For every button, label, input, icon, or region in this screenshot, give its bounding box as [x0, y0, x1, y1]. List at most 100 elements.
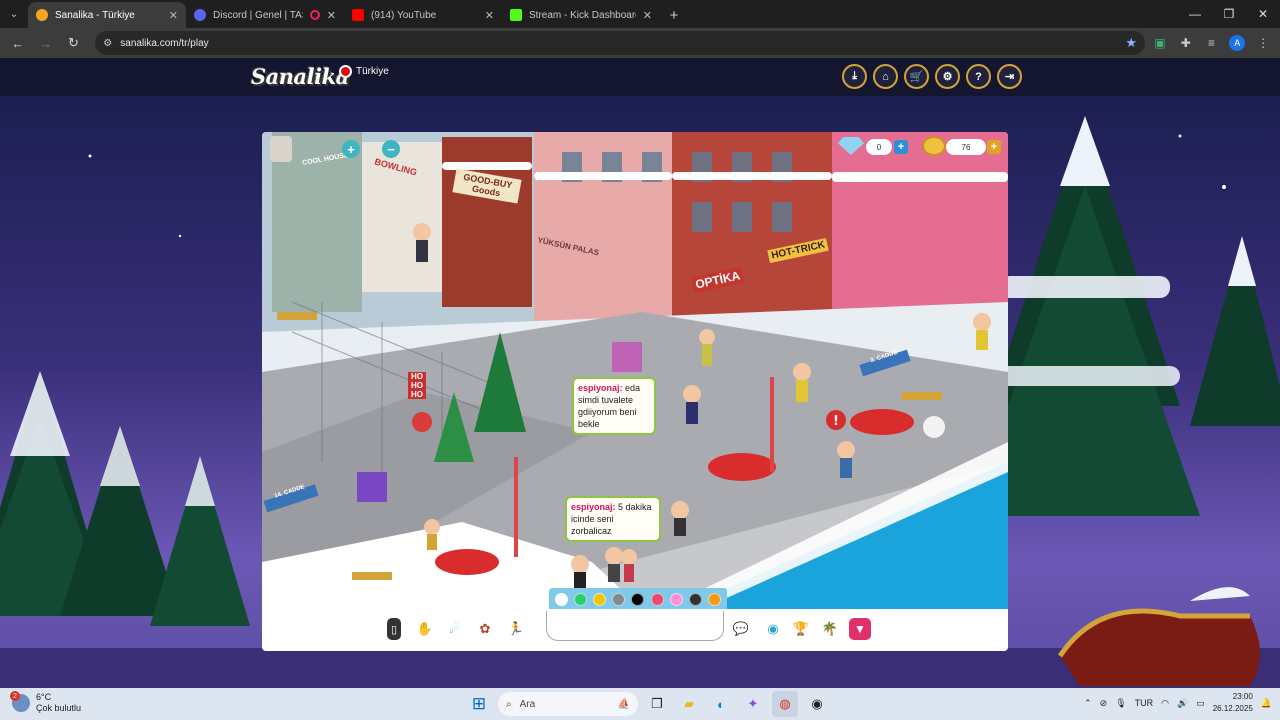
color-swatch[interactable]	[574, 592, 588, 606]
network-off-icon[interactable]: ⊘	[1100, 698, 1108, 709]
menu-triangle-icon[interactable]: ▼	[849, 618, 871, 640]
tab-search-button[interactable]: ⌄	[0, 0, 28, 28]
diamond-counter: 0	[866, 139, 892, 155]
recording-icon	[309, 10, 320, 20]
taskbar: 2 6°C Çok bulutlu ⊞ ⌕ Ara ⛵ ❐ ▰ ◐ ✦ ◍ ◉ …	[0, 688, 1280, 720]
island-icon[interactable]: 🌴	[819, 618, 841, 640]
run-icon[interactable]: 🏃	[505, 618, 527, 640]
back-icon[interactable]: ←	[6, 31, 30, 55]
profile-initial: A	[1229, 35, 1246, 51]
gear-icon[interactable]: ⚙	[935, 64, 960, 89]
zoom-plus-button[interactable]: +	[342, 140, 360, 158]
url-text[interactable]: sanalika.com/tr/play	[120, 38, 1117, 49]
hands-icon[interactable]: ✋	[414, 618, 436, 640]
copilot-icon[interactable]: ✦	[740, 691, 766, 717]
color-swatch[interactable]	[650, 592, 664, 606]
beach-umbrella	[850, 409, 914, 435]
maximize-icon[interactable]: ❐	[1212, 0, 1246, 28]
color-swatch[interactable]	[707, 592, 721, 606]
beach-umbrella	[708, 453, 776, 481]
obs-icon[interactable]: ◉	[804, 691, 830, 717]
wifi-icon[interactable]: ◠	[1161, 698, 1169, 709]
logout-icon[interactable]: ⇥	[997, 64, 1022, 89]
close-tab-icon[interactable]: ✕	[327, 9, 336, 22]
color-swatch[interactable]	[612, 592, 626, 606]
new-tab-button[interactable]: +	[660, 2, 688, 28]
battery-icon[interactable]: ▭	[1196, 698, 1205, 709]
beach-umbrella	[435, 549, 499, 575]
extension-icon[interactable]: ▣	[1149, 32, 1171, 54]
player-avatar-thumb[interactable]	[270, 136, 292, 162]
profile-avatar[interactable]: A	[1226, 32, 1248, 54]
site-info-icon[interactable]: ⚙	[103, 38, 112, 49]
tab-title: Discord | Genel | TAŞACAK	[213, 9, 303, 21]
clock[interactable]: 23:00 26.12.2025	[1213, 691, 1253, 715]
color-swatch[interactable]	[669, 592, 683, 606]
clock-time: 23:00	[1232, 692, 1253, 701]
download-icon[interactable]: ⤓	[842, 64, 867, 89]
weather-widget[interactable]: 2 6°C Çok bulutlu	[10, 691, 81, 714]
bench	[902, 392, 942, 400]
sanalika-logo[interactable]: Sanalika	[251, 64, 349, 89]
dance-icon[interactable]: ☄	[444, 618, 466, 640]
color-swatch[interactable]	[555, 592, 569, 606]
bookmark-star-icon[interactable]: ★	[1125, 35, 1137, 51]
tab-title: (914) YouTube	[371, 9, 437, 21]
santa-avatar	[412, 412, 432, 432]
home-icon[interactable]: ⌂	[873, 64, 898, 89]
color-swatch[interactable]	[593, 592, 607, 606]
close-tab-icon[interactable]: ✕	[169, 9, 178, 22]
color-swatch[interactable]	[688, 592, 702, 606]
globe-icon[interactable]: ◉	[762, 618, 784, 640]
file-explorer-icon[interactable]: ▰	[676, 691, 702, 717]
star-icon	[178, 234, 182, 238]
reload-icon[interactable]: ↻	[62, 31, 86, 55]
notifications-icon[interactable]: 🔔	[1261, 698, 1272, 709]
address-bar[interactable]: ⚙ sanalika.com/tr/play ★	[95, 31, 1146, 55]
cart-icon[interactable]: 🛒	[904, 64, 929, 89]
trophy-icon[interactable]: 🏆	[790, 618, 812, 640]
chrome-icon[interactable]: ◍	[772, 691, 798, 717]
svg-text:!: !	[833, 414, 839, 429]
language-indicator[interactable]: TUR	[1135, 698, 1154, 708]
turkey-flag-icon	[339, 65, 352, 78]
media-controls-icon[interactable]: ≡	[1201, 32, 1223, 54]
buy-gold-button[interactable]: +	[987, 140, 1001, 154]
chat-input[interactable]	[546, 611, 724, 641]
phone-icon[interactable]: ▯	[387, 618, 401, 640]
close-tab-icon[interactable]: ✕	[485, 9, 494, 22]
buy-diamonds-button[interactable]: +	[894, 140, 908, 154]
search-placeholder: Ara	[519, 698, 536, 710]
forward-icon[interactable]: →	[34, 31, 58, 55]
windows-start-icon[interactable]: ⊞	[466, 691, 492, 717]
microphone-icon[interactable]: 🎙	[1115, 698, 1126, 709]
browser-menu-icon[interactable]: ⋮	[1252, 32, 1274, 54]
emote-icon[interactable]: ✿	[474, 618, 496, 640]
tab-discord[interactable]: Discord | Genel | TAŞACAK ✕	[186, 2, 344, 28]
game-scene[interactable]: ! COOL HOUSE BOWLING GOOD-BUY Goods YÜKS…	[262, 132, 1008, 609]
tab-title: Sanalika - Türkiye	[55, 9, 135, 21]
system-tray: ⌃ ⊘ 🎙 TUR ◠ 🔊 ▭ 23:00 26.12.2025 🔔	[1084, 691, 1272, 715]
region-selector[interactable]: Türkiye	[339, 65, 389, 78]
tray-overflow-icon[interactable]: ⌃	[1084, 698, 1092, 709]
help-icon[interactable]: ?	[966, 64, 991, 89]
extensions-puzzle-icon[interactable]: ✚	[1175, 32, 1197, 54]
gold-counter: 76	[946, 139, 986, 155]
tab-sanalika[interactable]: Sanalika - Türkiye ✕	[28, 2, 186, 28]
edge-icon[interactable]: ◐	[708, 691, 734, 717]
minimize-icon[interactable]: —	[1178, 0, 1212, 28]
task-view-icon[interactable]: ❐	[644, 691, 670, 717]
close-window-icon[interactable]: ✕	[1246, 0, 1280, 28]
zoom-minus-button[interactable]: −	[382, 140, 400, 158]
tab-strip: ⌄ Sanalika - Türkiye ✕ Discord | Genel |…	[0, 0, 1280, 28]
text-color-palette	[549, 588, 727, 609]
close-tab-icon[interactable]: ✕	[643, 9, 652, 22]
sanalika-favicon	[36, 9, 48, 21]
color-swatch[interactable]	[631, 592, 645, 606]
tab-kick[interactable]: Stream - Kick Dashboard ✕	[502, 2, 660, 28]
taskbar-search[interactable]: ⌕ Ara ⛵	[498, 692, 638, 716]
volume-icon[interactable]: 🔊	[1177, 698, 1188, 709]
bench	[352, 572, 392, 580]
chat-bubbles-icon[interactable]: 💬	[730, 618, 752, 640]
tab-youtube[interactable]: (914) YouTube ✕	[344, 2, 502, 28]
